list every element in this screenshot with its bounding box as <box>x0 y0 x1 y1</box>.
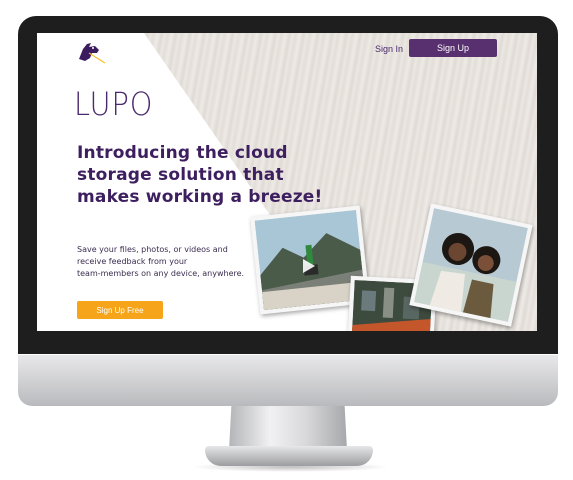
website-screen: Sign In Sign Up LUPO Introducing the clo… <box>37 33 537 331</box>
sign-up-free-button[interactable]: Sign Up Free <box>77 301 163 319</box>
hero-description: Save your files, photos, or videos and r… <box>77 244 277 280</box>
monitor-stand-neck <box>229 406 347 450</box>
brand-wordmark: LUPO <box>74 85 154 123</box>
friends-photo <box>409 203 533 327</box>
monitor-chin <box>18 354 558 406</box>
monitor-stand-base <box>205 446 373 466</box>
hero-headline: Introducing the cloud storage solution t… <box>77 143 323 207</box>
sign-in-link[interactable]: Sign In <box>375 44 403 54</box>
play-icon[interactable] <box>303 259 315 273</box>
hero-description-line: receive feedback from your <box>77 257 188 266</box>
hero-description-line: team-members on any device, anywhere. <box>77 269 245 278</box>
horse-head-logo-icon[interactable] <box>75 41 109 65</box>
sign-up-button[interactable]: Sign Up <box>409 39 497 57</box>
hero-description-line: Save your files, photos, or videos and <box>77 245 228 254</box>
